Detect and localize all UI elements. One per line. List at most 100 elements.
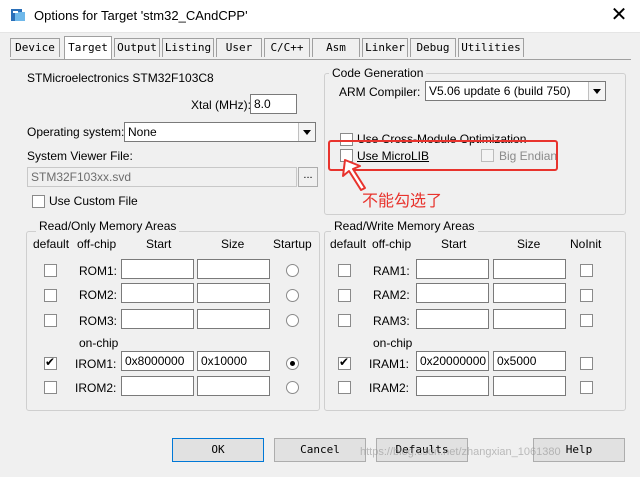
irom2-default-checkbox[interactable]	[44, 381, 57, 394]
iram2-noinit-checkbox[interactable]	[580, 381, 593, 394]
rw-header-default: default	[330, 237, 367, 251]
rom2-startup-radio[interactable]	[286, 289, 299, 302]
ro-header-offchip: off-chip	[77, 237, 117, 251]
rom1-label: ROM1:	[79, 264, 118, 278]
ram2-size-input[interactable]	[493, 283, 566, 303]
ram1-size-input[interactable]	[493, 259, 566, 279]
ro-memory-legend: Read/Only Memory Areas	[36, 219, 180, 233]
tab-user[interactable]: User	[216, 38, 262, 57]
tab-output[interactable]: Output	[114, 38, 160, 57]
window-title: Options for Target 'stm32_CAndCPP'	[34, 8, 248, 23]
tab-utilities[interactable]: Utilities	[458, 38, 524, 57]
ram3-noinit-checkbox[interactable]	[580, 314, 593, 327]
ro-onchip-label: on-chip	[79, 336, 119, 350]
rom1-startup-radio[interactable]	[286, 264, 299, 277]
arm-compiler-label: ARM Compiler:	[339, 85, 421, 99]
check-icon: ✔	[45, 355, 56, 369]
ram2-label: RAM2:	[373, 288, 410, 302]
arm-compiler-select[interactable]: V5.06 update 6 (build 750)	[425, 81, 606, 101]
code-generation-legend: Code Generation	[329, 66, 427, 80]
os-label: Operating system:	[27, 125, 125, 139]
arm-compiler-value: V5.06 update 6 (build 750)	[429, 84, 571, 98]
title-bar: Options for Target 'stm32_CAndCPP' ✕	[0, 0, 640, 33]
iram1-start-input[interactable]: 0x20000000	[416, 351, 489, 371]
tab-strip: Device Target Output Listing User C/C++ …	[10, 36, 630, 60]
ram1-noinit-checkbox[interactable]	[580, 264, 593, 277]
ram1-default-checkbox[interactable]	[338, 264, 351, 277]
svd-browse-button[interactable]: ...	[298, 167, 318, 187]
irom1-start-input[interactable]: 0x8000000	[121, 351, 194, 371]
device-name: STMicroelectronics STM32F103C8	[27, 71, 214, 85]
annotation-text: 不能勾选了	[362, 193, 443, 210]
watermark-text: https://blog.csdn.net/zhangxian_1061380	[360, 446, 561, 458]
use-custom-file-checkbox[interactable]	[32, 195, 45, 208]
iram2-default-checkbox[interactable]	[338, 381, 351, 394]
irom1-default-checkbox[interactable]: ✔	[44, 355, 57, 370]
chevron-down-icon	[298, 123, 315, 141]
iram1-default-checkbox[interactable]: ✔	[338, 355, 351, 370]
tab-target[interactable]: Target	[64, 36, 112, 59]
rom3-size-input[interactable]	[197, 309, 270, 329]
iram1-label: IRAM1:	[369, 357, 410, 371]
os-select[interactable]: None	[124, 122, 316, 142]
target-panel: STMicroelectronics STM32F103C8 Xtal (MHz…	[11, 60, 630, 425]
tab-debug[interactable]: Debug	[410, 38, 456, 57]
irom2-label: IROM2:	[75, 381, 117, 395]
ram3-start-input[interactable]	[416, 309, 489, 329]
ram2-noinit-checkbox[interactable]	[580, 289, 593, 302]
keil-app-icon	[11, 9, 25, 21]
options-dialog: Options for Target 'stm32_CAndCPP' ✕ Dev…	[0, 0, 640, 477]
ram3-default-checkbox[interactable]	[338, 314, 351, 327]
check-icon: ✔	[339, 355, 350, 369]
rom3-label: ROM3:	[79, 314, 118, 328]
close-icon[interactable]: ✕	[604, 2, 634, 28]
rom2-start-input[interactable]	[121, 283, 194, 303]
rw-header-size: Size	[517, 237, 541, 251]
rom3-default-checkbox[interactable]	[44, 314, 57, 327]
ro-header-default: default	[33, 237, 70, 251]
tab-asm[interactable]: Asm	[312, 38, 360, 57]
radio-selected-dot	[290, 361, 295, 366]
irom1-size-input[interactable]: 0x10000	[197, 351, 270, 371]
rom1-size-input[interactable]	[197, 259, 270, 279]
tab-c-cpp[interactable]: C/C++	[264, 38, 310, 57]
ram2-start-input[interactable]	[416, 283, 489, 303]
iram1-noinit-checkbox[interactable]	[580, 357, 593, 370]
irom1-startup-radio[interactable]	[286, 357, 299, 370]
iram2-size-input[interactable]	[493, 376, 566, 396]
rom2-default-checkbox[interactable]	[44, 289, 57, 302]
ram1-start-input[interactable]	[416, 259, 489, 279]
iram1-size-input[interactable]: 0x5000	[493, 351, 566, 371]
ram2-default-checkbox[interactable]	[338, 289, 351, 302]
ram3-size-input[interactable]	[493, 309, 566, 329]
irom1-label: IROM1:	[75, 357, 117, 371]
rom1-default-checkbox[interactable]	[44, 264, 57, 277]
xtal-input[interactable]: 8.0	[250, 94, 297, 114]
tab-device[interactable]: Device	[10, 38, 60, 57]
rw-header-start: Start	[441, 237, 467, 251]
cancel-button[interactable]: Cancel	[274, 438, 366, 462]
ro-header-startup: Startup	[273, 237, 312, 251]
ro-header-start: Start	[146, 237, 172, 251]
rom2-label: ROM2:	[79, 288, 118, 302]
tab-linker[interactable]: Linker	[362, 38, 408, 57]
rom1-start-input[interactable]	[121, 259, 194, 279]
irom2-size-input[interactable]	[197, 376, 270, 396]
irom2-startup-radio[interactable]	[286, 381, 299, 394]
ram3-label: RAM3:	[373, 314, 410, 328]
chevron-down-icon	[588, 82, 605, 100]
irom2-start-input[interactable]	[121, 376, 194, 396]
rom3-startup-radio[interactable]	[286, 314, 299, 327]
rom3-start-input[interactable]	[121, 309, 194, 329]
ok-button[interactable]: OK	[172, 438, 264, 462]
tab-listing[interactable]: Listing	[162, 38, 214, 57]
rom2-size-input[interactable]	[197, 283, 270, 303]
iram2-start-input[interactable]	[416, 376, 489, 396]
ram1-label: RAM1:	[373, 264, 410, 278]
rw-memory-legend: Read/Write Memory Areas	[331, 219, 478, 233]
iram2-label: IRAM2:	[369, 381, 410, 395]
ro-header-size: Size	[221, 237, 245, 251]
rw-onchip-label: on-chip	[373, 336, 413, 350]
svd-input[interactable]: STM32F103xx.svd	[27, 167, 297, 187]
os-select-value: None	[128, 125, 157, 139]
